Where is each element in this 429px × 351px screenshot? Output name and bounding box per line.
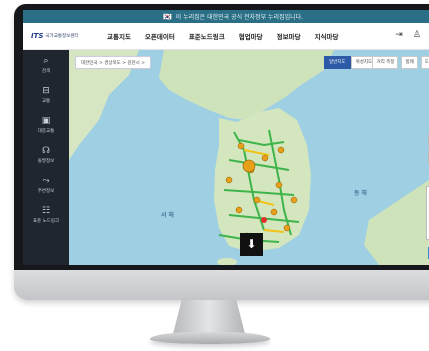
route-icon: ⤳ [42, 176, 50, 186]
screen: 🇰🇷 이 누리집은 대한민국 공식 전자정부 누리집입니다. ⌄ ITS 국가교… [23, 10, 429, 265]
login-icon[interactable]: ⇥ [395, 30, 403, 40]
help-button[interactable]: 도움 [420, 56, 429, 69]
nav-item-knowledge[interactable]: 지식마당 [315, 31, 339, 41]
sidebar-item-label: 대중교통 [37, 129, 55, 134]
monitor-bezel: 🇰🇷 이 누리집은 대한민국 공식 전자정부 누리집입니다. ⌄ ITS 국가교… [14, 4, 429, 270]
list-icon: ☷ [41, 206, 51, 216]
user-icon[interactable]: ♙ [413, 30, 421, 40]
sidebar-item-incident[interactable]: ☊ 돌발정보 [23, 140, 69, 170]
monitor-stand-neck [173, 300, 245, 334]
sidebar-item-label: 교통 [41, 99, 51, 104]
header-icons: ⇥ ♙ ☰ [395, 30, 429, 40]
bus-icon: ▣ [41, 116, 51, 126]
monitor-stand-base [150, 332, 270, 344]
sidebar-item-node-link[interactable]: ☷ 표준 노드링크 [23, 200, 69, 230]
nav-item-info[interactable]: 정보마당 [277, 31, 301, 41]
sidebar-item-search[interactable]: ⌕ 검색 [23, 50, 69, 80]
gov-banner: 🇰🇷 이 누리집은 대한민국 공식 전자정부 누리집입니다. ⌄ [23, 10, 429, 23]
sidebar-item-traffic[interactable]: ⊟ 교통 [23, 80, 69, 110]
map-type-normal[interactable]: 일반지도 [324, 56, 351, 69]
sidebar-item-label: 검색 [41, 69, 51, 74]
sidebar-item-label: 표준 노드링크 [32, 219, 60, 224]
sidebar-item-label: 돌발정보 [37, 159, 55, 164]
logo-mark: ITS [31, 32, 44, 40]
traffic-icon: ⊟ [42, 86, 50, 96]
traffic-map[interactable]: 동 해 서 해 대한민국 > 경상북도 > 김천시 > 일반지도 위성지도 거리… [69, 50, 429, 265]
sidebar-item-label: 주변정보 [37, 189, 55, 194]
monitor-chin [14, 270, 429, 300]
nav-item-traffic-map[interactable]: 교통지도 [107, 31, 131, 41]
flag-icon: 🇰🇷 [162, 12, 172, 21]
search-icon: ⌕ [43, 56, 49, 66]
sidebar-item-transit[interactable]: ▣ 대중교통 [23, 110, 69, 140]
map-top-tools: 거리 측정 범례 도움 [372, 56, 429, 69]
cctv-icon: ☊ [42, 146, 50, 156]
breadcrumb[interactable]: 대한민국 > 경상북도 > 김천시 > [75, 56, 152, 69]
sea-label-west: 서 해 [161, 212, 174, 219]
gov-banner-text: 이 누리집은 대한민국 공식 전자정부 누리집입니다. [175, 14, 304, 21]
legend-button[interactable]: 범례 [401, 56, 418, 69]
main-nav: 교통지도 오픈데이터 표준노드링크 협업마당 정보마당 지식마당 [107, 31, 338, 41]
site-header: ITS 국가교통정보센터 교통지도 오픈데이터 표준노드링크 협업마당 정보마당… [23, 23, 429, 50]
nav-item-open-data[interactable]: 오픈데이터 [145, 31, 175, 41]
nav-item-collab[interactable]: 협업마당 [239, 31, 263, 41]
logo-text: 국가교통정보센터 [45, 34, 79, 39]
nav-item-node-link[interactable]: 표준노드링크 [189, 31, 225, 41]
monitor: 🇰🇷 이 누리집은 대한민국 공식 전자정부 누리집입니다. ⌄ ITS 국가교… [14, 4, 429, 300]
measure-button[interactable]: 거리 측정 [372, 56, 399, 69]
left-sidebar: ⌕ 검색 ⊟ 교통 ▣ 대중교통 ☊ 돌발정보 ⤳ 주변정보 ☷ 표준 노드링크 [23, 50, 69, 265]
download-button[interactable]: ⬇ [240, 233, 263, 256]
map-type-toggle: 일반지도 위성지도 [324, 56, 378, 69]
sea-label-east: 동 해 [354, 190, 367, 197]
sidebar-item-nearby[interactable]: ⤳ 주변정보 [23, 170, 69, 200]
site-logo[interactable]: ITS 국가교통정보센터 [31, 32, 89, 40]
